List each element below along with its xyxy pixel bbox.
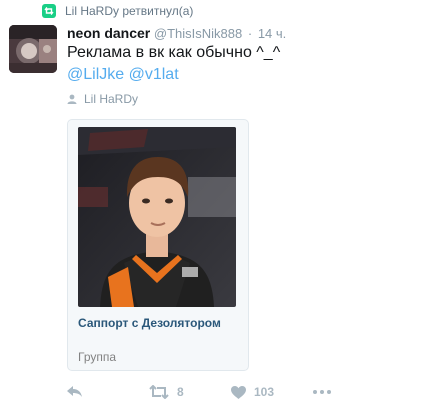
tweet-header: neon dancer @ThisIsNik888 · 14 ч. <box>67 24 286 43</box>
reply-icon <box>67 386 82 397</box>
retweet-button[interactable]: 8 <box>149 382 231 402</box>
attached-card[interactable]: Саппорт с Дезолятором Группа <box>67 119 249 371</box>
like-button[interactable]: 103 <box>231 382 313 402</box>
retweet-context: Lil HaRDy ретвитнул(а) <box>42 2 193 20</box>
tagged-user-name: Lil HaRDy <box>84 92 139 106</box>
reply-button[interactable] <box>67 382 149 402</box>
retweet-action-icon <box>149 385 169 399</box>
retweet-icon <box>42 4 56 18</box>
heart-icon <box>231 385 246 399</box>
retweet-count: 8 <box>177 385 184 399</box>
tagged-user[interactable]: Lil HaRDy <box>67 92 138 106</box>
author-name[interactable]: neon dancer <box>67 25 150 41</box>
tweet-mentions: @LilJke @v1lat <box>67 64 179 86</box>
card-photo[interactable] <box>78 127 236 307</box>
mention-link[interactable]: @LilJke <box>67 66 124 83</box>
tweet-text: Реклама в вк как обычно ^_^ <box>67 44 281 61</box>
tweet-actions: 8 103 <box>67 382 331 402</box>
avatar[interactable] <box>9 25 57 73</box>
more-button[interactable] <box>313 382 331 402</box>
tweet-timestamp[interactable]: 14 ч. <box>258 26 286 41</box>
mention-link[interactable]: @v1lat <box>129 66 179 83</box>
like-count: 103 <box>254 385 275 399</box>
person-icon <box>67 94 77 104</box>
more-icon <box>313 390 331 394</box>
card-subtitle: Группа <box>78 350 117 364</box>
header-separator: · <box>247 26 253 41</box>
author-handle[interactable]: @ThisIsNik888 <box>154 26 242 41</box>
retweet-context-text[interactable]: Lil HaRDy ретвитнул(а) <box>65 4 193 18</box>
card-title[interactable]: Саппорт с Дезолятором <box>78 315 238 331</box>
